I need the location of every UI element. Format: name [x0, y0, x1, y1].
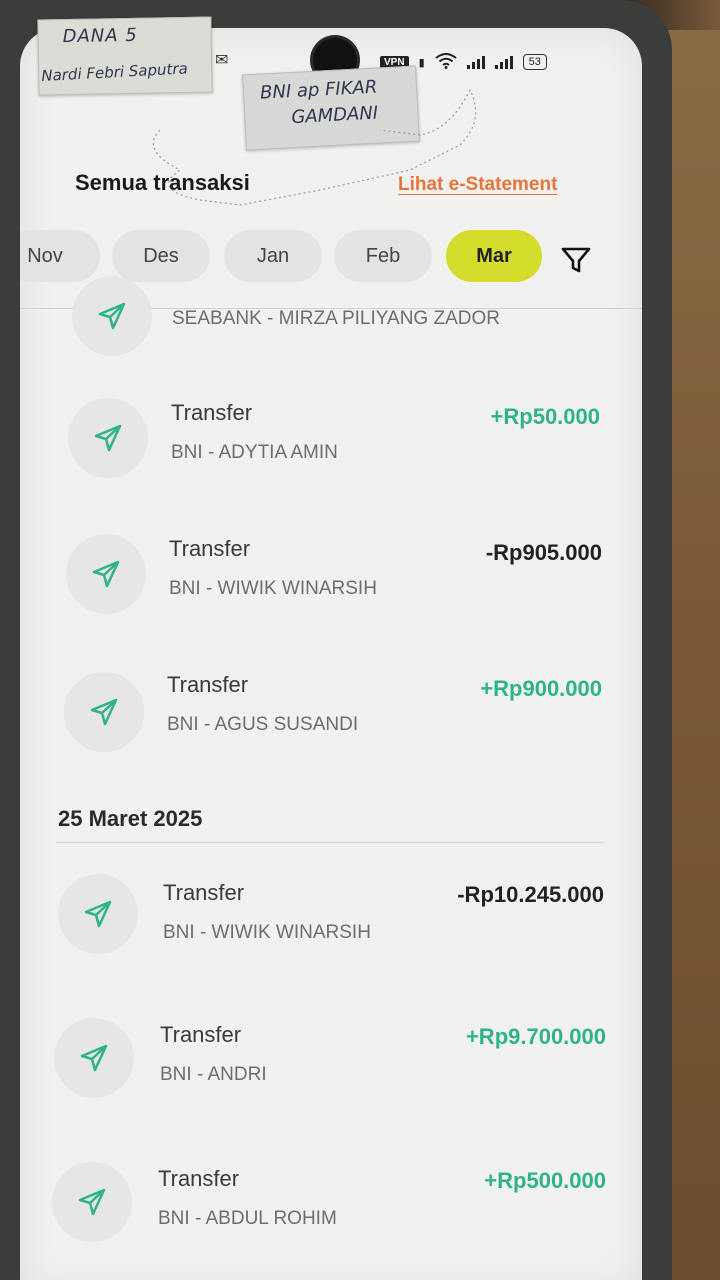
handwritten-sticker-left: DANA 5 Nardi Febri Saputra	[37, 16, 213, 96]
vibrate-icon: ▮	[418, 56, 425, 69]
page-title: Semua transaksi	[75, 170, 250, 195]
transaction-subtitle: SEABANK - MIRZA PILIYANG ZADOR	[172, 308, 500, 329]
transaction-row[interactable]: Transfer BNI - ABDUL ROHIM +Rp500.000	[20, 1156, 642, 1276]
transaction-row[interactable]: Transfer BNI - ANDRI +Rp9.700.000	[20, 1012, 642, 1132]
transaction-subtitle: BNI - ANDRI	[160, 1064, 267, 1085]
paper-plane-icon	[66, 534, 146, 614]
sticker-text: Nardi Febri Saputra	[40, 59, 189, 86]
transaction-amount: +Rp500.000	[484, 1168, 606, 1193]
paper-plane-icon	[54, 1018, 134, 1098]
transaction-row[interactable]: Transfer BNI - AGUS SUSANDI +Rp900.000	[20, 660, 642, 780]
transaction-row[interactable]: Transfer BNI - WIWIK WINARSIH -Rp905.000	[20, 524, 642, 644]
transaction-row[interactable]: Transfer BNI - WIWIK WINARSIH -Rp10.245.…	[20, 868, 642, 988]
handwritten-sticker-center: BNI ap FIKAR GAMDANI	[242, 65, 420, 151]
transaction-subtitle: BNI - WIWIK WINARSIH	[169, 578, 377, 599]
transaction-title: Transfer	[160, 1022, 242, 1047]
sticker-text: GAMDANI	[290, 102, 379, 129]
e-statement-link[interactable]: Lihat e-Statement	[398, 174, 557, 196]
date-divider	[56, 842, 604, 843]
transaction-subtitle: BNI - ABDUL ROHIM	[158, 1208, 337, 1229]
transaction-amount: -Rp905.000	[485, 540, 602, 565]
transaction-row[interactable]: Transfer BNI - ADYTIA AMIN +Rp50.000	[20, 388, 642, 508]
transaction-amount: -Rp10.245.000	[457, 882, 604, 907]
transaction-subtitle: BNI - WIWIK WINARSIH	[163, 922, 371, 943]
date-group-header: 25 Maret 2025	[58, 806, 203, 831]
signal-1-icon	[466, 55, 485, 69]
transaction-title: Transfer	[158, 1166, 240, 1191]
battery-indicator: 53	[522, 54, 547, 70]
sticker-text: BNI ap FIKAR	[259, 76, 378, 104]
wifi-icon	[435, 52, 457, 72]
paper-plane-icon	[68, 398, 148, 478]
paper-plane-icon	[58, 874, 138, 954]
transaction-title: Transfer	[169, 536, 251, 561]
paper-plane-icon	[52, 1162, 132, 1242]
transaction-title: Transfer	[163, 880, 245, 905]
transaction-amount: +Rp50.000	[490, 404, 600, 429]
paper-plane-icon	[64, 672, 144, 752]
sticker-text: DANA 5	[62, 24, 138, 48]
transaction-amount: +Rp9.700.000	[465, 1024, 606, 1049]
transaction-title: Transfer	[167, 672, 249, 697]
transaction-subtitle: BNI - ADYTIA AMIN	[171, 442, 338, 463]
transaction-amount: +Rp900.000	[480, 676, 602, 701]
signal-2-icon	[494, 55, 513, 69]
paper-plane-icon	[72, 276, 152, 356]
transaction-subtitle: BNI - AGUS SUSANDI	[167, 714, 359, 735]
phone-body: ✉ VPN ▮ 53 Semua transaksi Lihat e-State…	[0, 0, 672, 1280]
transaction-title: Transfer	[171, 400, 253, 425]
mail-icon: ✉	[215, 52, 229, 69]
phone-screen: ✉ VPN ▮ 53 Semua transaksi Lihat e-State…	[20, 28, 642, 1280]
transaction-row-partial[interactable]: SEABANK - MIRZA PILIYANG ZADOR	[20, 268, 642, 388]
photo-frame: ✉ VPN ▮ 53 Semua transaksi Lihat e-State…	[0, 0, 720, 1280]
